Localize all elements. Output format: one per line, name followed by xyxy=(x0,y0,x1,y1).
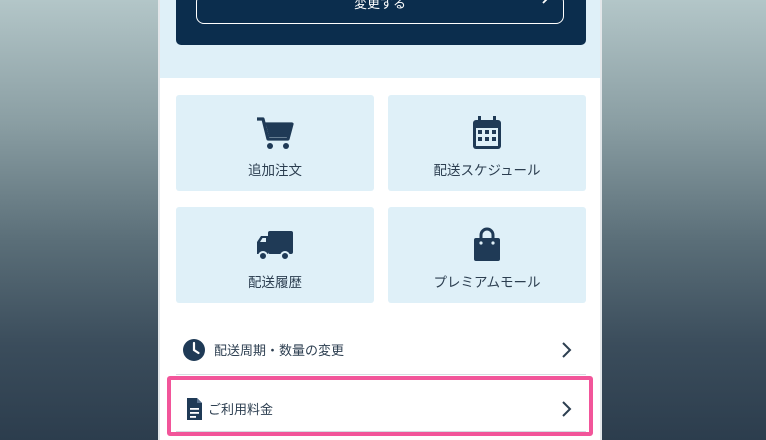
tile-delivery-schedule[interactable]: 配送スケジュール xyxy=(388,95,586,191)
tile-label: 追加注文 xyxy=(248,163,302,179)
truck-icon xyxy=(257,231,293,261)
calendar-icon xyxy=(473,116,501,149)
tile-label: 配送スケジュール xyxy=(433,163,541,179)
app-screen: 変更する 追加注文 配送スケジュール 配送履歴 プレミアムモール 配送周期・数量… xyxy=(158,0,602,440)
plan-card: 変更する xyxy=(176,0,586,45)
tile-label: プレミアムモール xyxy=(433,275,541,291)
divider xyxy=(176,374,586,375)
tile-premium-mall[interactable]: プレミアムモール xyxy=(388,207,586,303)
tile-label: 配送履歴 xyxy=(248,275,302,291)
change-button[interactable]: 変更する xyxy=(196,0,564,24)
cart-icon xyxy=(257,117,294,149)
tile-delivery-history[interactable]: 配送履歴 xyxy=(176,207,374,303)
chevron-right-icon xyxy=(542,0,548,4)
change-button-label: 変更する xyxy=(353,0,406,12)
menu-row-label: 配送周期・数量の変更 xyxy=(214,344,345,359)
clock-icon xyxy=(183,339,205,361)
highlight-frame xyxy=(167,376,593,436)
shopping-bag-icon xyxy=(474,227,500,261)
menu-row-delivery-cycle[interactable]: 配送周期・数量の変更 xyxy=(176,325,586,375)
chevron-right-icon xyxy=(562,342,572,358)
tile-additional-order[interactable]: 追加注文 xyxy=(176,95,374,191)
